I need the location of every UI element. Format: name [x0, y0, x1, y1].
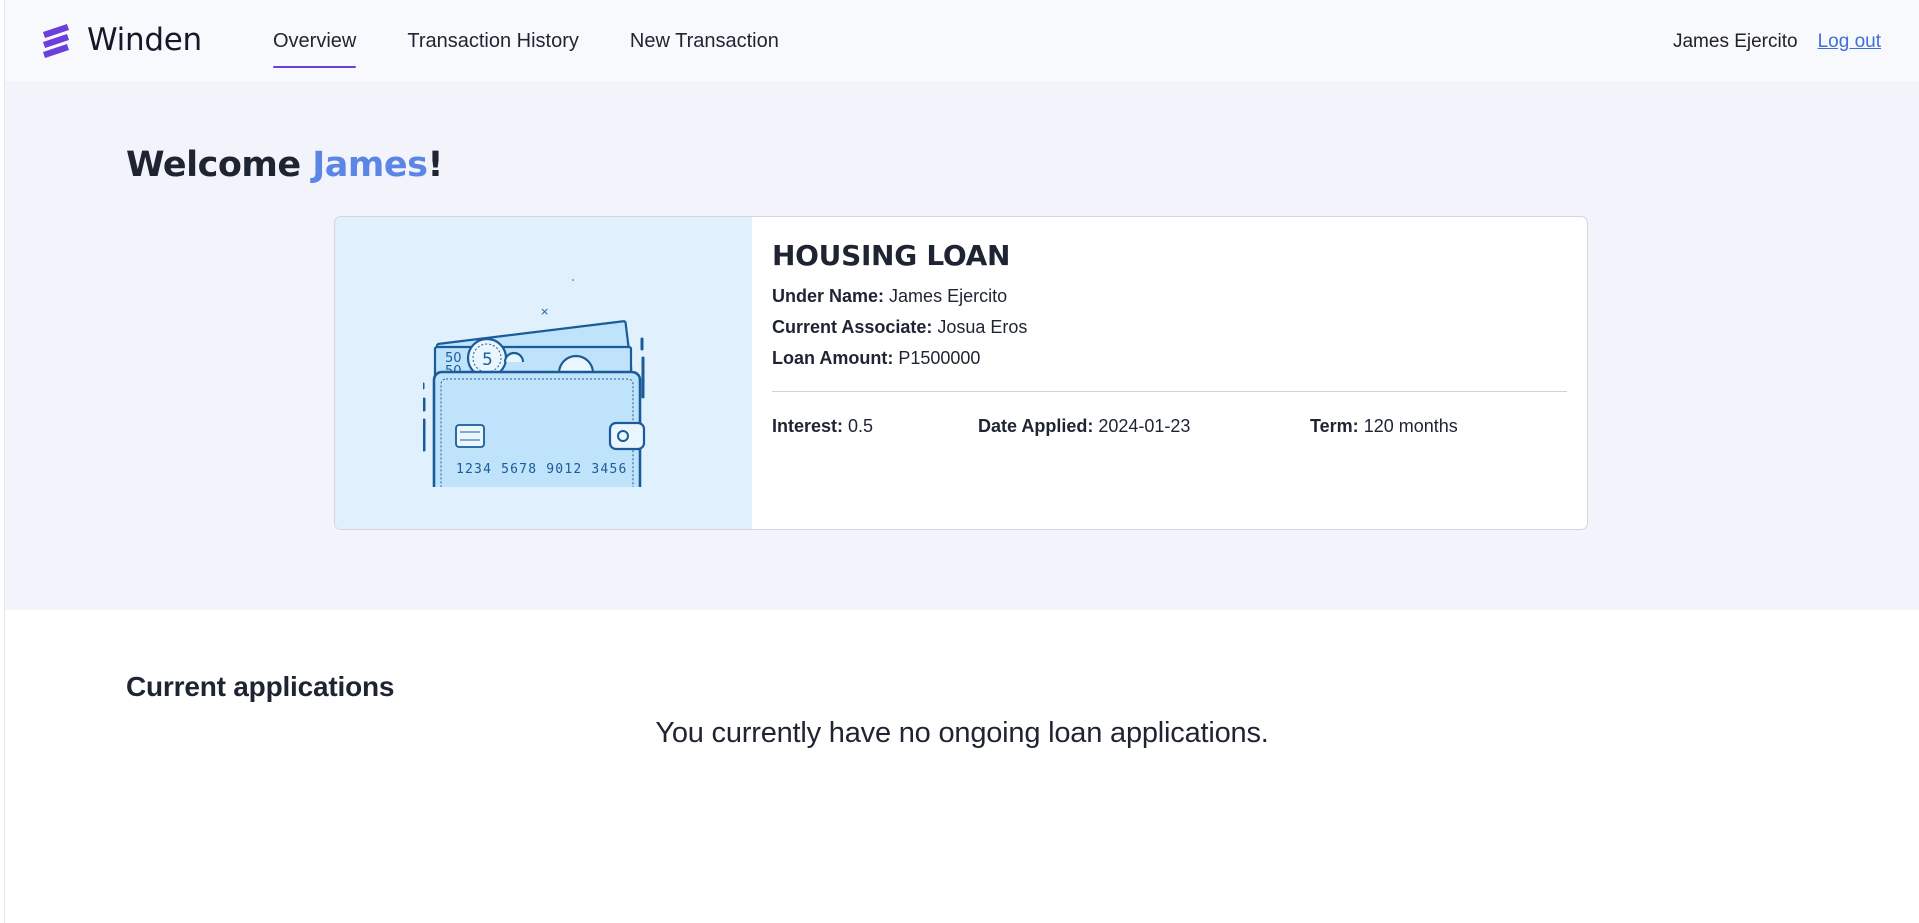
- brand[interactable]: Winden: [39, 22, 202, 58]
- welcome-user-name: James: [312, 145, 428, 185]
- nav-new-transaction[interactable]: New Transaction: [630, 0, 779, 68]
- winden-logo-icon: [43, 24, 69, 58]
- loan-amount: Loan Amount: P1500000: [772, 348, 1567, 369]
- interest-value: 0.5: [848, 416, 874, 436]
- loan-interest: Interest: 0.5: [772, 416, 873, 437]
- amount-value: P1500000: [898, 348, 981, 368]
- loan-divider: [772, 391, 1567, 392]
- nav-transaction-history[interactable]: Transaction History: [407, 0, 579, 68]
- loan-meta-row: Interest: 0.5 Date Applied: 2024-01-23 T…: [772, 416, 1567, 456]
- loan-date-applied: Date Applied: 2024-01-23: [978, 416, 1190, 437]
- interest-label: Interest:: [772, 416, 844, 436]
- user-name: James Ejercito: [1672, 31, 1798, 52]
- welcome-suffix: !: [427, 145, 443, 185]
- loan-term: Term: 120 months: [1310, 416, 1458, 437]
- nav-overview[interactable]: Overview: [273, 0, 357, 68]
- welcome-heading: Welcome James!: [126, 145, 443, 185]
- no-applications-message: You currently have no ongoing loan appli…: [655, 717, 1269, 749]
- main-nav: Overview Transaction History New Transac…: [273, 0, 779, 83]
- brand-name: Winden: [87, 22, 202, 58]
- loan-under-name: Under Name: James Ejercito: [772, 286, 1567, 307]
- overview-hero: Welcome James! × 50 5 1234 5678 9012 345…: [5, 83, 1919, 610]
- loan-illustration: × 50 50 5: [335, 217, 752, 529]
- current-applications-heading: Current applications: [126, 671, 395, 702]
- top-navbar: Winden Overview Transaction History New …: [5, 0, 1919, 83]
- user-area: James Ejercito Log out: [1673, 31, 1881, 53]
- term-label: Term:: [1310, 416, 1359, 436]
- app-frame: Winden Overview Transaction History New …: [4, 0, 1919, 923]
- welcome-prefix: Welcome: [126, 145, 313, 185]
- date-label: Date Applied:: [978, 416, 1094, 436]
- term-value: 120 months: [1363, 416, 1458, 436]
- loan-details: HOUSING LOAN Under Name: James Ejercito …: [772, 239, 1567, 456]
- logout-link[interactable]: Log out: [1818, 31, 1881, 53]
- loan-associate: Current Associate: Josua Eros: [772, 317, 1567, 338]
- loan-card[interactable]: × 50 50 5: [334, 216, 1588, 530]
- associate-label: Current Associate:: [772, 317, 933, 337]
- loan-type-title: HOUSING LOAN: [772, 239, 1011, 272]
- date-value: 2024-01-23: [1098, 416, 1191, 436]
- associate-value: Josua Eros: [937, 317, 1028, 337]
- amount-label: Loan Amount:: [772, 348, 894, 368]
- coin-value: 5: [482, 350, 493, 370]
- svg-text:×: ×: [540, 305, 549, 318]
- under-name-label: Under Name:: [772, 286, 885, 306]
- under-name-value: James Ejercito: [889, 286, 1008, 306]
- card-number-text: 1234 5678 9012 3456: [456, 462, 628, 477]
- wallet-icon: × 50 50 5: [423, 279, 646, 487]
